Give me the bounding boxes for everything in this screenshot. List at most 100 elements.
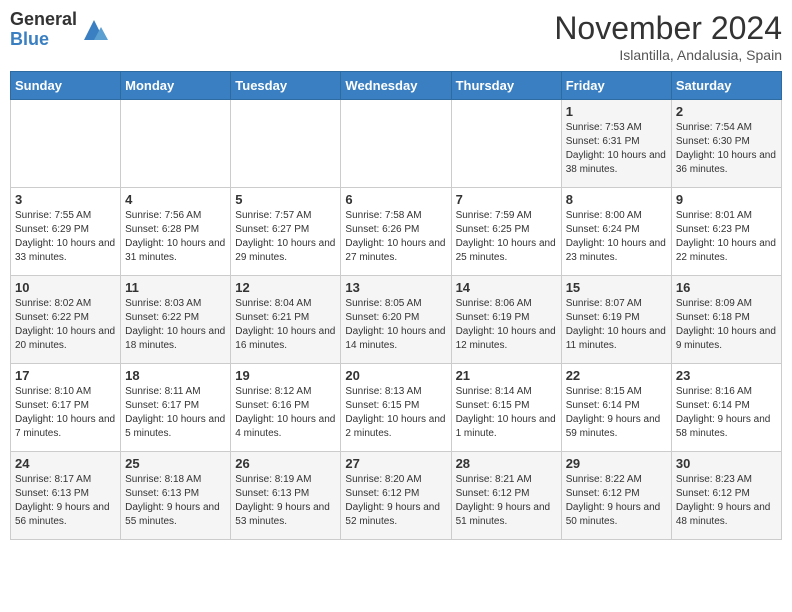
table-row: 17 Sunrise: 8:10 AM Sunset: 6:17 PM Dayli… xyxy=(11,364,121,452)
day-info: Sunrise: 8:12 AM Sunset: 6:16 PM Dayligh… xyxy=(235,385,336,441)
table-row xyxy=(341,100,451,188)
day-number: 16 xyxy=(676,280,777,295)
day-number: 5 xyxy=(235,192,336,207)
table-row xyxy=(11,100,121,188)
title-area: November 2024 Islantilla, Andalusia, Spa… xyxy=(554,10,782,63)
day-info: Sunrise: 8:22 AM Sunset: 6:12 PM Dayligh… xyxy=(566,473,667,529)
day-info: Sunrise: 7:57 AM Sunset: 6:27 PM Dayligh… xyxy=(235,209,336,265)
calendar-header: Sunday Monday Tuesday Wednesday Thursday… xyxy=(11,72,782,100)
calendar-table: Sunday Monday Tuesday Wednesday Thursday… xyxy=(10,71,782,540)
day-number: 21 xyxy=(456,368,557,383)
day-info: Sunrise: 8:04 AM Sunset: 6:21 PM Dayligh… xyxy=(235,297,336,353)
day-info: Sunrise: 7:54 AM Sunset: 6:30 PM Dayligh… xyxy=(676,121,777,177)
day-number: 6 xyxy=(345,192,446,207)
day-info: Sunrise: 8:03 AM Sunset: 6:22 PM Dayligh… xyxy=(125,297,226,353)
table-row: 13 Sunrise: 8:05 AM Sunset: 6:20 PM Dayli… xyxy=(341,276,451,364)
day-info: Sunrise: 8:07 AM Sunset: 6:19 PM Dayligh… xyxy=(566,297,667,353)
header-monday: Monday xyxy=(121,72,231,100)
day-info: Sunrise: 8:20 AM Sunset: 6:12 PM Dayligh… xyxy=(345,473,446,529)
logo-icon xyxy=(79,15,109,45)
day-info: Sunrise: 8:13 AM Sunset: 6:15 PM Dayligh… xyxy=(345,385,446,441)
day-number: 28 xyxy=(456,456,557,471)
day-info: Sunrise: 8:19 AM Sunset: 6:13 PM Dayligh… xyxy=(235,473,336,529)
day-number: 30 xyxy=(676,456,777,471)
day-number: 26 xyxy=(235,456,336,471)
day-number: 27 xyxy=(345,456,446,471)
table-row: 30 Sunrise: 8:23 AM Sunset: 6:12 PM Dayli… xyxy=(671,452,781,540)
day-info: Sunrise: 7:53 AM Sunset: 6:31 PM Dayligh… xyxy=(566,121,667,177)
day-number: 24 xyxy=(15,456,116,471)
day-info: Sunrise: 8:11 AM Sunset: 6:17 PM Dayligh… xyxy=(125,385,226,441)
top-area: General Blue November 2024 Islantilla, A… xyxy=(10,10,782,63)
day-info: Sunrise: 8:01 AM Sunset: 6:23 PM Dayligh… xyxy=(676,209,777,265)
day-number: 17 xyxy=(15,368,116,383)
table-row: 20 Sunrise: 8:13 AM Sunset: 6:15 PM Dayli… xyxy=(341,364,451,452)
table-row: 14 Sunrise: 8:06 AM Sunset: 6:19 PM Dayli… xyxy=(451,276,561,364)
day-number: 22 xyxy=(566,368,667,383)
header-wednesday: Wednesday xyxy=(341,72,451,100)
day-info: Sunrise: 8:10 AM Sunset: 6:17 PM Dayligh… xyxy=(15,385,116,441)
table-row: 18 Sunrise: 8:11 AM Sunset: 6:17 PM Dayli… xyxy=(121,364,231,452)
day-number: 23 xyxy=(676,368,777,383)
table-row: 1 Sunrise: 7:53 AM Sunset: 6:31 PM Daylig… xyxy=(561,100,671,188)
table-row xyxy=(231,100,341,188)
day-info: Sunrise: 8:14 AM Sunset: 6:15 PM Dayligh… xyxy=(456,385,557,441)
table-row: 24Sunrise: 8:17 AM Sunset: 6:13 PM Dayli… xyxy=(11,452,121,540)
table-row: 10 Sunrise: 8:02 AM Sunset: 6:22 PM Dayli… xyxy=(11,276,121,364)
table-row: 21 Sunrise: 8:14 AM Sunset: 6:15 PM Dayli… xyxy=(451,364,561,452)
table-row: 22 Sunrise: 8:15 AM Sunset: 6:14 PM Dayli… xyxy=(561,364,671,452)
day-info: Sunrise: 7:56 AM Sunset: 6:28 PM Dayligh… xyxy=(125,209,226,265)
day-info: Sunrise: 8:00 AM Sunset: 6:24 PM Dayligh… xyxy=(566,209,667,265)
day-number: 3 xyxy=(15,192,116,207)
table-row: 2Sunrise: 7:54 AM Sunset: 6:30 PM Daylig… xyxy=(671,100,781,188)
day-info: Sunrise: 8:06 AM Sunset: 6:19 PM Dayligh… xyxy=(456,297,557,353)
table-row: 29 Sunrise: 8:22 AM Sunset: 6:12 PM Dayli… xyxy=(561,452,671,540)
day-info: Sunrise: 8:09 AM Sunset: 6:18 PM Dayligh… xyxy=(676,297,777,353)
day-number: 20 xyxy=(345,368,446,383)
day-number: 25 xyxy=(125,456,226,471)
month-title: November 2024 xyxy=(554,10,782,47)
day-info: Sunrise: 8:16 AM Sunset: 6:14 PM Dayligh… xyxy=(676,385,777,441)
table-row: 5 Sunrise: 7:57 AM Sunset: 6:27 PM Daylig… xyxy=(231,188,341,276)
header-friday: Friday xyxy=(561,72,671,100)
header-saturday: Saturday xyxy=(671,72,781,100)
day-number: 10 xyxy=(15,280,116,295)
day-number: 29 xyxy=(566,456,667,471)
logo-area: General Blue xyxy=(10,10,109,50)
day-number: 13 xyxy=(345,280,446,295)
table-row: 6 Sunrise: 7:58 AM Sunset: 6:26 PM Daylig… xyxy=(341,188,451,276)
day-number: 15 xyxy=(566,280,667,295)
day-number: 19 xyxy=(235,368,336,383)
table-row: 23 Sunrise: 8:16 AM Sunset: 6:14 PM Dayli… xyxy=(671,364,781,452)
table-row: 28 Sunrise: 8:21 AM Sunset: 6:12 PM Dayli… xyxy=(451,452,561,540)
table-row: 15 Sunrise: 8:07 AM Sunset: 6:19 PM Dayli… xyxy=(561,276,671,364)
table-row: 19 Sunrise: 8:12 AM Sunset: 6:16 PM Dayli… xyxy=(231,364,341,452)
day-number: 1 xyxy=(566,104,667,119)
day-number: 18 xyxy=(125,368,226,383)
table-row: 3 Sunrise: 7:55 AM Sunset: 6:29 PM Daylig… xyxy=(11,188,121,276)
table-row: 8Sunrise: 8:00 AM Sunset: 6:24 PM Daylig… xyxy=(561,188,671,276)
table-row: 12Sunrise: 8:04 AM Sunset: 6:21 PM Dayli… xyxy=(231,276,341,364)
logo-blue: Blue xyxy=(10,30,77,50)
day-info: Sunrise: 8:15 AM Sunset: 6:14 PM Dayligh… xyxy=(566,385,667,441)
table-row: 9 Sunrise: 8:01 AM Sunset: 6:23 PM Daylig… xyxy=(671,188,781,276)
day-info: Sunrise: 8:21 AM Sunset: 6:12 PM Dayligh… xyxy=(456,473,557,529)
table-row: 7Sunrise: 7:59 AM Sunset: 6:25 PM Daylig… xyxy=(451,188,561,276)
day-info: Sunrise: 8:02 AM Sunset: 6:22 PM Dayligh… xyxy=(15,297,116,353)
table-row: 26 Sunrise: 8:19 AM Sunset: 6:13 PM Dayli… xyxy=(231,452,341,540)
day-info: Sunrise: 8:05 AM Sunset: 6:20 PM Dayligh… xyxy=(345,297,446,353)
day-info: Sunrise: 7:55 AM Sunset: 6:29 PM Dayligh… xyxy=(15,209,116,265)
day-number: 14 xyxy=(456,280,557,295)
day-number: 11 xyxy=(125,280,226,295)
day-number: 4 xyxy=(125,192,226,207)
day-number: 9 xyxy=(676,192,777,207)
day-info: Sunrise: 8:23 AM Sunset: 6:12 PM Dayligh… xyxy=(676,473,777,529)
logo-text: General Blue xyxy=(10,10,77,50)
table-row: 27 Sunrise: 8:20 AM Sunset: 6:12 PM Dayli… xyxy=(341,452,451,540)
day-info: Sunrise: 7:58 AM Sunset: 6:26 PM Dayligh… xyxy=(345,209,446,265)
table-row: 4 Sunrise: 7:56 AM Sunset: 6:28 PM Daylig… xyxy=(121,188,231,276)
table-row xyxy=(451,100,561,188)
day-number: 7 xyxy=(456,192,557,207)
header-thursday: Thursday xyxy=(451,72,561,100)
table-row: 16 Sunrise: 8:09 AM Sunset: 6:18 PM Dayli… xyxy=(671,276,781,364)
